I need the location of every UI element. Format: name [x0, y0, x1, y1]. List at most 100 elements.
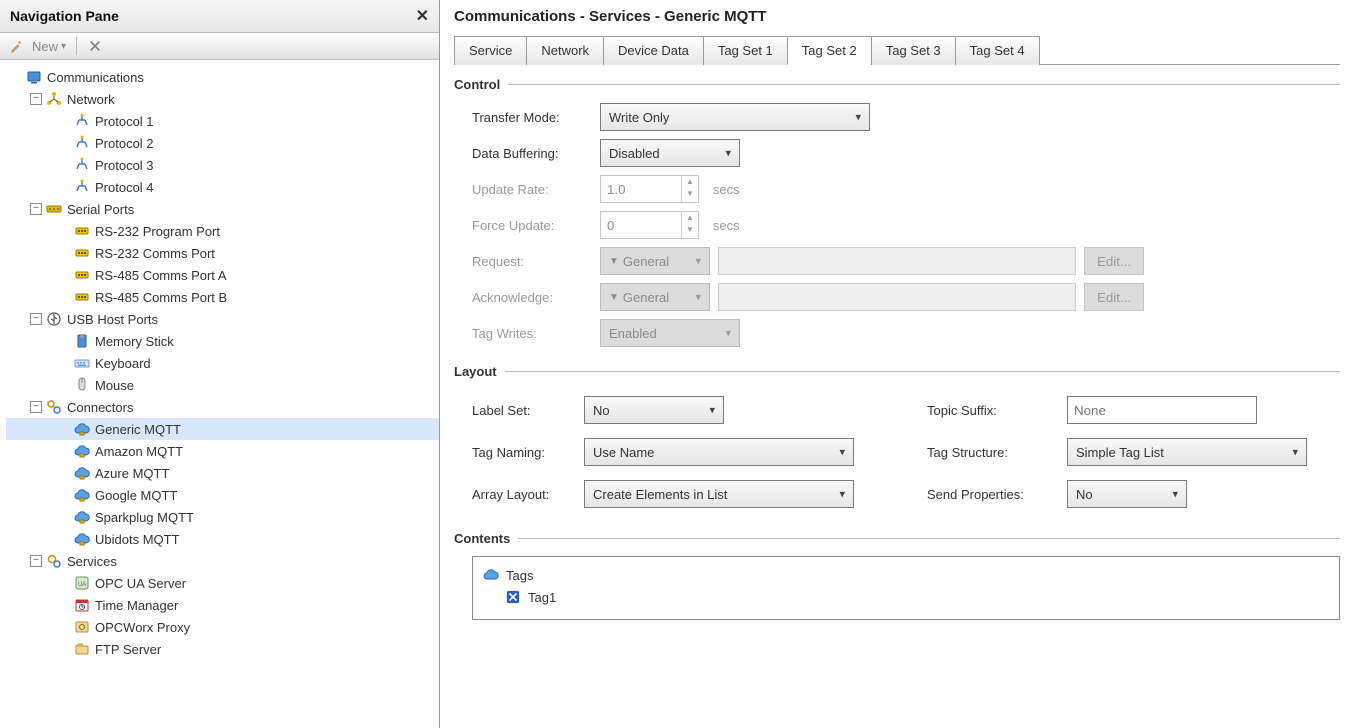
- tree-item-label: Google MQTT: [95, 488, 177, 503]
- row-label-set: Label Set: No: [472, 395, 885, 425]
- tab-tag-set-3[interactable]: Tag Set 3: [871, 36, 956, 65]
- tree-item-ubidots-mqtt[interactable]: −Ubidots MQTT: [6, 528, 439, 550]
- tree-item-label: RS-232 Comms Port: [95, 246, 215, 261]
- tree-item-memory-stick[interactable]: −Memory Stick: [6, 330, 439, 352]
- row-topic-suffix: Topic Suffix:: [927, 395, 1340, 425]
- dropdown-arrow-icon: ▾: [61, 41, 66, 52]
- contents-item[interactable]: Tag1: [483, 587, 1329, 607]
- tree-item-protocol-1[interactable]: −Protocol 1: [6, 110, 439, 132]
- send-properties-select[interactable]: No: [1067, 480, 1187, 508]
- tree-item-protocol-4[interactable]: −Protocol 4: [6, 176, 439, 198]
- cloud-icon: [74, 509, 90, 525]
- tree-item-protocol-3[interactable]: −Protocol 3: [6, 154, 439, 176]
- tab-service[interactable]: Service: [454, 36, 527, 65]
- spin-up-icon: ▲: [682, 176, 698, 188]
- label-tag-structure: Tag Structure:: [927, 445, 1067, 460]
- row-tag-naming: Tag Naming: Use Name: [472, 437, 885, 467]
- label-request: Request:: [472, 254, 600, 269]
- tree-item-azure-mqtt[interactable]: −Azure MQTT: [6, 462, 439, 484]
- tab-network[interactable]: Network: [526, 36, 604, 65]
- navigation-tree[interactable]: −Communications−Network−Protocol 1−Proto…: [0, 60, 439, 666]
- tree-item-time-manager[interactable]: −Time Manager: [6, 594, 439, 616]
- spin-down-icon: ▼: [682, 224, 698, 236]
- tree-item-label: Azure MQTT: [95, 466, 169, 481]
- tree-item-label: Communications: [47, 70, 144, 85]
- new-label: New: [32, 39, 58, 54]
- tree-item-rs-485-comms-port-b[interactable]: −RS-485 Comms Port B: [6, 286, 439, 308]
- tree-item-rs-232-program-port[interactable]: −RS-232 Program Port: [6, 220, 439, 242]
- expand-collapse-icon[interactable]: −: [30, 203, 42, 215]
- force-update-spinner: ▲▼: [600, 211, 699, 239]
- tree-item-ftp-server[interactable]: −FTP Server: [6, 638, 439, 660]
- tree-item-communications[interactable]: −Communications: [6, 66, 439, 88]
- tree-item-protocol-2[interactable]: −Protocol 2: [6, 132, 439, 154]
- tree-item-label: Protocol 3: [95, 158, 154, 173]
- tag-structure-select[interactable]: Simple Tag List: [1067, 438, 1307, 466]
- label-tag-naming: Tag Naming:: [472, 445, 584, 460]
- tree-item-amazon-mqtt[interactable]: −Amazon MQTT: [6, 440, 439, 462]
- tag-writes-select: Enabled: [600, 319, 740, 347]
- tree-item-keyboard[interactable]: −Keyboard: [6, 352, 439, 374]
- tree-item-label: Amazon MQTT: [95, 444, 183, 459]
- data-buffering-select[interactable]: Disabled: [600, 139, 740, 167]
- tree-item-rs-485-comms-port-a[interactable]: −RS-485 Comms Port A: [6, 264, 439, 286]
- array-layout-select[interactable]: Create Elements in List: [584, 480, 854, 508]
- navigation-header: Navigation Pane ✕: [0, 0, 439, 33]
- close-icon[interactable]: ✕: [416, 6, 429, 26]
- expand-collapse-icon[interactable]: −: [30, 401, 42, 413]
- opcproxy-icon: [74, 619, 90, 635]
- expand-collapse-icon[interactable]: −: [30, 313, 42, 325]
- tab-tag-set-1[interactable]: Tag Set 1: [703, 36, 788, 65]
- contents-item-label: Tag1: [528, 590, 556, 605]
- expand-collapse-icon[interactable]: −: [30, 93, 42, 105]
- main-panel: Communications - Services - Generic MQTT…: [440, 0, 1354, 728]
- tab-tag-set-2[interactable]: Tag Set 2: [787, 36, 872, 65]
- usb-icon: [46, 311, 62, 327]
- tree-item-connectors[interactable]: −Connectors: [6, 396, 439, 418]
- tree-item-usb-host-ports[interactable]: −USB Host Ports: [6, 308, 439, 330]
- tree-item-google-mqtt[interactable]: −Google MQTT: [6, 484, 439, 506]
- tag-naming-select[interactable]: Use Name: [584, 438, 854, 466]
- tree-item-label: Network: [67, 92, 115, 107]
- delete-button[interactable]: [87, 38, 108, 54]
- topic-suffix-input[interactable]: [1067, 396, 1257, 424]
- navigation-title: Navigation Pane: [10, 8, 119, 24]
- new-menu[interactable]: New ▾: [8, 38, 66, 54]
- tab-device-data[interactable]: Device Data: [603, 36, 704, 65]
- tree-item-label: Mouse: [95, 378, 134, 393]
- tree-item-generic-mqtt[interactable]: −Generic MQTT: [6, 418, 439, 440]
- cloud-icon: [74, 531, 90, 547]
- row-array-layout: Array Layout: Create Elements in List: [472, 479, 885, 509]
- tree-item-opcworx-proxy[interactable]: −OPCWorx Proxy: [6, 616, 439, 638]
- contents-root-label: Tags: [506, 568, 533, 583]
- request-edit-button: Edit...: [1084, 247, 1144, 275]
- tree-item-opc-ua-server[interactable]: −UAOPC UA Server: [6, 572, 439, 594]
- tree-item-label: RS-485 Comms Port B: [95, 290, 227, 305]
- port-icon: [74, 245, 90, 261]
- row-transfer-mode: Transfer Mode: Write Only: [472, 102, 1340, 132]
- row-request: Request: ▼ General Edit...: [472, 246, 1340, 276]
- serial-icon: [46, 201, 62, 217]
- tree-item-serial-ports[interactable]: −Serial Ports: [6, 198, 439, 220]
- mouse-icon: [74, 377, 90, 393]
- expand-collapse-icon[interactable]: −: [30, 555, 42, 567]
- tree-item-mouse[interactable]: −Mouse: [6, 374, 439, 396]
- protocol-icon: [74, 113, 90, 129]
- tab-tag-set-4[interactable]: Tag Set 4: [955, 36, 1040, 65]
- protocol-icon: [74, 179, 90, 195]
- tree-item-network[interactable]: − Network: [6, 88, 439, 110]
- navigation-pane: Navigation Pane ✕ New ▾ −Communications−…: [0, 0, 440, 728]
- tree-item-label: OPCWorx Proxy: [95, 620, 190, 635]
- transfer-mode-select[interactable]: Write Only: [600, 103, 870, 131]
- connectors-icon: [46, 399, 62, 415]
- contents-box[interactable]: Tags Tag1: [472, 556, 1340, 620]
- spin-down-icon: ▼: [682, 188, 698, 200]
- tree-item-services[interactable]: −Services: [6, 550, 439, 572]
- tree-item-sparkplug-mqtt[interactable]: −Sparkplug MQTT: [6, 506, 439, 528]
- comm-icon: [26, 69, 42, 85]
- tab-bar: ServiceNetworkDevice DataTag Set 1Tag Se…: [454, 35, 1340, 65]
- contents-root[interactable]: Tags: [483, 565, 1329, 585]
- tree-item-rs-232-comms-port[interactable]: −RS-232 Comms Port: [6, 242, 439, 264]
- label-set-select[interactable]: No: [584, 396, 724, 424]
- tree-item-label: Protocol 1: [95, 114, 154, 129]
